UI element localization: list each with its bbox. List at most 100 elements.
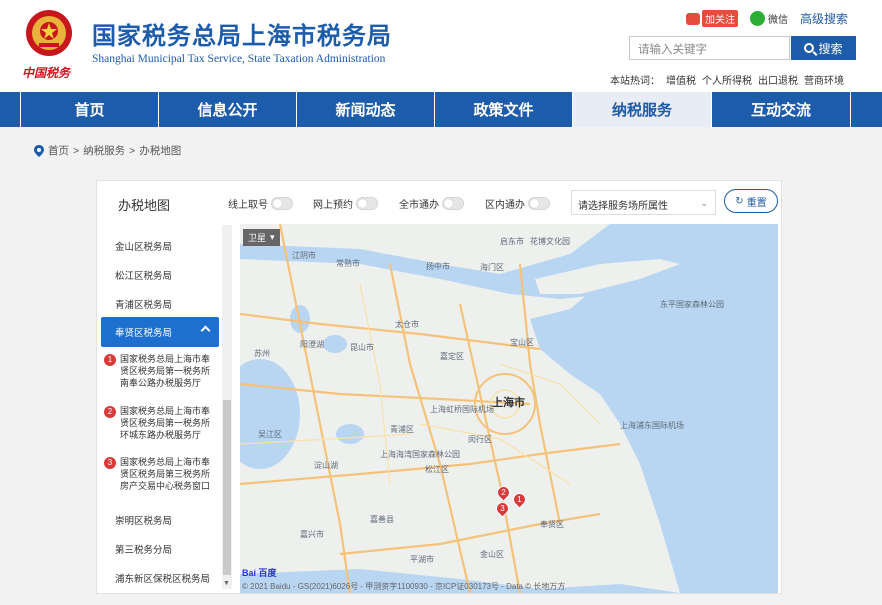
map-label: 上海浦东国际机场	[620, 421, 684, 430]
map-type-toggle[interactable]: 卫星 ▾	[243, 229, 280, 246]
breadcrumb-tax-service[interactable]: 纳税服务	[83, 143, 125, 158]
nav-item-home[interactable]: 首页	[21, 92, 159, 127]
number-badge: 1	[104, 354, 116, 366]
map-label: 嘉兴市	[300, 530, 324, 539]
site-header: 中国税务 国家税务总局上海市税务局 Shanghai Municipal Tax…	[0, 0, 882, 92]
sidebar-scrollbar[interactable]: ▼	[222, 225, 232, 589]
toggle-switch[interactable]	[442, 197, 464, 210]
breadcrumb-home[interactable]: 首页	[48, 143, 69, 158]
main-nav: 首页 信息公开 新闻动态 政策文件 纳税服务 互动交流	[0, 92, 882, 127]
nav-item-interaction[interactable]: 互动交流	[712, 92, 851, 127]
nav-item-info[interactable]: 信息公开	[159, 92, 297, 127]
map-label: 启东市	[500, 237, 524, 246]
search-input[interactable]: 请输入关键字	[629, 36, 790, 60]
map-label: 江阴市	[292, 251, 316, 260]
toggle-switch[interactable]	[271, 197, 293, 210]
map-label: 闵行区	[468, 435, 492, 444]
nav-item-news[interactable]: 新闻动态	[297, 92, 435, 127]
breadcrumb-current: 办税地图	[139, 145, 182, 157]
number-badge: 2	[104, 406, 116, 418]
reset-button[interactable]: ↻ 重置	[724, 189, 778, 213]
nav-spacer	[0, 92, 21, 127]
service-hall-item[interactable]: 2 国家税务总局上海市奉贤区税务局第一税务所环城东路办税服务厅	[104, 405, 216, 441]
baidu-logo[interactable]: Bai 百度	[242, 566, 277, 579]
chevron-up-icon	[200, 325, 211, 336]
filter-online-booking[interactable]: 网上预约	[313, 196, 378, 211]
filter-online-ticket[interactable]: 线上取号	[228, 196, 293, 211]
baidu-map[interactable]: 卫星 ▾ 江阴市 常熟市 扬中市 海门区 花博文化园 启东市 东平国家森林公园 …	[240, 224, 778, 593]
scrollbar-thumb[interactable]	[223, 400, 231, 575]
location-pin-icon	[34, 144, 44, 157]
map-label: 嘉善县	[370, 515, 394, 524]
panel-title: 办税地图	[118, 198, 171, 213]
hot-words-label: 本站热词：	[610, 76, 660, 87]
follow-weibo-button[interactable]: 加关注	[685, 10, 738, 27]
chevron-down-icon: ⌄	[700, 198, 708, 208]
district-item[interactable]: 崇明区税务局	[115, 513, 172, 527]
service-hall-item[interactable]: 3 国家税务总局上海市奉贤区税务局第三税务所房产交易中心税务窗口	[104, 456, 216, 492]
map-label: 海门区	[480, 263, 504, 272]
wechat-link[interactable]: 微信	[749, 11, 788, 26]
map-label: 太仓市	[395, 320, 419, 329]
tax-map-panel: 办税地图 线上取号 网上预约 全市通办 区内通办 请选择服务场所属性 ⌄ ↻ 重…	[96, 180, 782, 594]
map-label: 阳澄湖	[300, 340, 324, 349]
nav-item-tax-service[interactable]: 纳税服务	[573, 92, 712, 127]
map-label: 金山区	[480, 550, 504, 559]
site-title[interactable]: 国家税务总局上海市税务局	[92, 16, 392, 51]
map-label: 花博文化园	[530, 237, 570, 246]
map-label: 昆山市	[350, 343, 374, 352]
map-copyright: © 2021 Baidu - GS(2021)6026号 - 甲测资字11009…	[242, 582, 566, 591]
hot-word-link[interactable]: 个人所得税	[702, 72, 752, 87]
map-label: 苏州	[254, 349, 270, 358]
map-label: 东平国家森林公园	[660, 300, 724, 309]
map-label: 淀山湖	[314, 461, 338, 470]
filter-district[interactable]: 区内通办	[485, 196, 550, 211]
weibo-icon	[685, 12, 700, 25]
chevron-down-icon: ▾	[270, 232, 275, 242]
map-label: 奉贤区	[540, 520, 564, 529]
map-label-shanghai: 上海市	[492, 397, 525, 409]
scroll-down-icon[interactable]: ▼	[223, 580, 230, 587]
breadcrumb-separator: >	[73, 144, 80, 157]
filter-citywide[interactable]: 全市通办	[399, 196, 464, 211]
emblem-caption: 中国税务	[22, 66, 71, 80]
district-item[interactable]: 浦东新区保税区税务局	[115, 571, 210, 585]
map-label: 松江区	[425, 465, 449, 474]
toggle-switch[interactable]	[528, 197, 550, 210]
map-label: 青浦区	[390, 425, 414, 434]
site-title-english: Shanghai Municipal Tax Service, State Ta…	[92, 53, 386, 65]
toggle-switch[interactable]	[356, 197, 378, 210]
hot-word-link[interactable]: 营商环境	[804, 72, 844, 87]
map-label: 宝山区	[510, 338, 534, 347]
service-hall-item[interactable]: 1 国家税务总局上海市奉贤区税务局第一税务所南奉公路办税服务厅	[104, 353, 216, 389]
hot-word-link[interactable]: 增值税	[666, 72, 696, 87]
advanced-search-link[interactable]: 高级搜索	[800, 10, 848, 27]
refresh-icon: ↻	[735, 195, 744, 207]
wechat-icon	[749, 11, 765, 26]
district-item[interactable]: 松江区税务局	[115, 268, 172, 282]
map-label: 上海海湾国家森林公园	[380, 450, 460, 459]
map-label: 吴江区	[258, 430, 282, 439]
district-item-active[interactable]: 奉贤区税务局	[101, 317, 219, 347]
hot-words: 本站热词： 增值税 个人所得税 出口退税 营商环境	[610, 72, 844, 87]
hot-word-link[interactable]: 出口退税	[758, 72, 798, 87]
number-badge: 3	[104, 457, 116, 469]
map-label: 扬中市	[426, 262, 450, 271]
map-label: 常熟市	[336, 259, 360, 268]
service-attribute-select[interactable]: 请选择服务场所属性 ⌄	[571, 190, 716, 215]
breadcrumb: 首页 > 纳税服务 > 办税地图	[34, 143, 181, 158]
nav-item-policy[interactable]: 政策文件	[435, 92, 573, 127]
top-links: 加关注 微信 高级搜索	[685, 10, 848, 27]
breadcrumb-separator: >	[129, 144, 136, 157]
map-label: 平湖市	[410, 555, 434, 564]
district-item[interactable]: 第三税务分局	[115, 542, 172, 556]
search-button[interactable]: 搜索	[791, 36, 856, 60]
district-item[interactable]: 金山区税务局	[115, 239, 172, 253]
district-list: 金山区税务局 松江区税务局 青浦区税务局 奉贤区税务局 1 国家税务总局上海市奉…	[98, 225, 222, 591]
search-icon	[804, 43, 815, 53]
district-item[interactable]: 青浦区税务局	[115, 297, 172, 311]
tax-emblem-icon	[26, 10, 72, 56]
map-label: 上海虹桥国际机场	[430, 405, 494, 414]
map-label: 嘉定区	[440, 352, 464, 361]
